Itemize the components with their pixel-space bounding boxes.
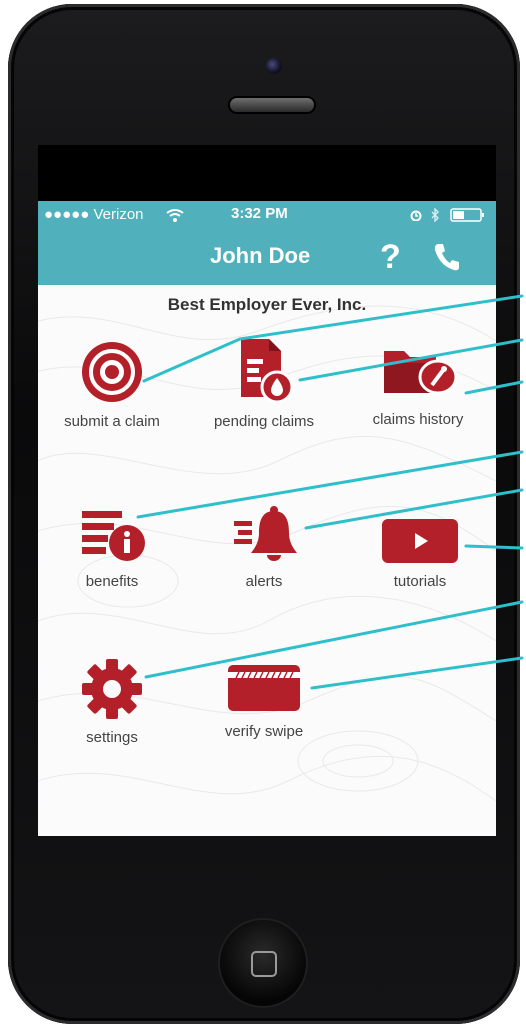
tile-label: submit a claim [64, 413, 160, 430]
battery-icon [450, 208, 484, 222]
phone-call-icon[interactable] [432, 242, 460, 272]
gear-icon [82, 659, 142, 719]
alerts-tile[interactable]: alerts [194, 503, 334, 590]
tile-label: verify swipe [224, 723, 304, 740]
carrier-label: ●●●●● Verizon [44, 206, 144, 223]
verify-swipe-tile[interactable]: verify swipe [194, 663, 334, 740]
card-icon [228, 665, 300, 711]
status-time: 3:32 PM [231, 205, 288, 222]
folder-history-icon [384, 351, 458, 395]
home-button[interactable] [220, 920, 306, 1006]
home-square-icon [251, 951, 277, 977]
screen-top-bezel [38, 145, 496, 201]
claims-history-tile[interactable]: claims history [348, 341, 488, 428]
app-screen: ●●●●● Verizon 3:32 PM John Doe ? Best Em… [38, 201, 496, 836]
status-bar: ●●●●● Verizon 3:32 PM [38, 201, 496, 229]
settings-tile[interactable]: settings [42, 657, 182, 746]
page-title: John Doe [210, 243, 311, 268]
pending-document-icon [241, 339, 294, 404]
pending-claims-tile[interactable]: pending claims [194, 335, 334, 430]
tile-label: tutorials [393, 573, 447, 590]
nav-bar: John Doe ? [38, 229, 496, 285]
tile-label: benefits [85, 573, 139, 590]
camera-icon [266, 58, 282, 74]
submit-claim-tile[interactable]: submit a claim [42, 339, 182, 430]
tile-label: claims history [372, 411, 464, 428]
speaker-grille [230, 98, 314, 112]
benefits-tile[interactable]: benefits [42, 507, 182, 590]
target-icon [82, 342, 142, 402]
wifi-icon [166, 209, 184, 222]
tile-label: pending claims [213, 413, 315, 430]
bell-icon [234, 506, 297, 561]
bluetooth-icon [431, 208, 439, 222]
alarm-icon [410, 210, 422, 221]
help-button[interactable]: ? [380, 237, 401, 277]
tile-label: alerts [245, 573, 283, 590]
play-icon [382, 519, 458, 563]
employer-name: Best Employer Ever, Inc. [167, 295, 367, 314]
tile-label: settings [86, 729, 138, 746]
tutorials-tile[interactable]: tutorials [350, 517, 490, 590]
info-list-icon [82, 511, 145, 561]
